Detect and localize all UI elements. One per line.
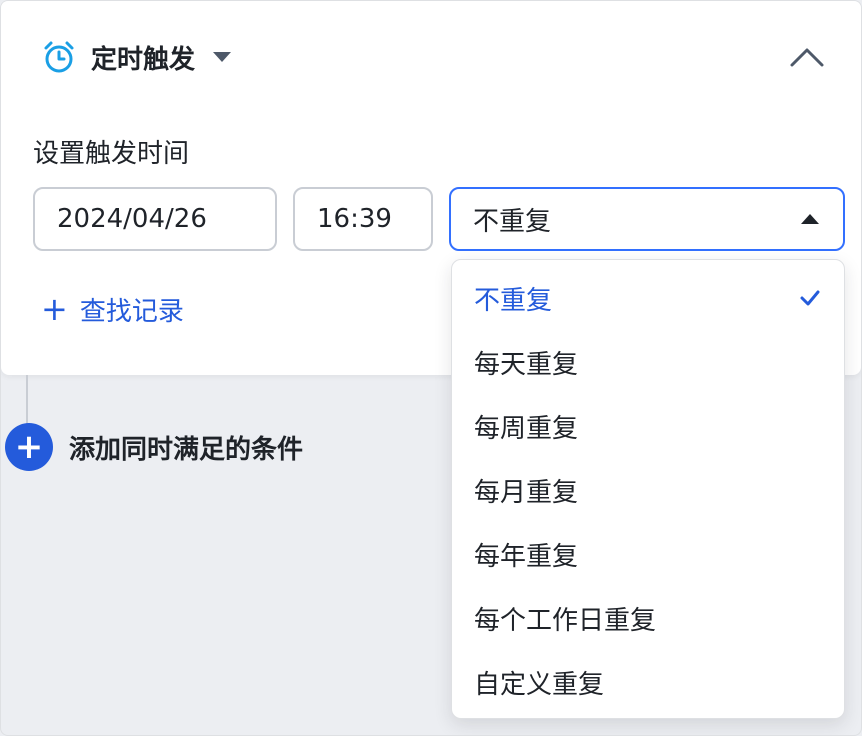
find-record-button[interactable]: + 查找记录 [41,289,184,329]
plus-icon: + [14,427,44,467]
repeat-option[interactable]: 每月重复 [452,458,844,522]
check-icon [800,290,820,306]
repeat-option[interactable]: 每年重复 [452,522,844,586]
repeat-option[interactable]: 每天重复 [452,330,844,394]
caret-up-icon [801,214,819,224]
caret-down-icon [213,52,232,62]
repeat-option-label: 每周重复 [474,413,579,444]
date-value: 2024/04/26 [57,204,207,234]
date-picker[interactable]: 2024/04/26 [33,187,277,251]
repeat-option-label: 不重复 [474,285,553,316]
repeat-option[interactable]: 每周重复 [452,394,844,458]
repeat-option-label: 每个工作日重复 [474,605,657,636]
trigger-type-selector[interactable]: 定时触发 [41,37,232,77]
repeat-option-label: 每年重复 [474,541,579,572]
repeat-option-label: 每月重复 [474,477,579,508]
repeat-options-menu: 不重复 每天重复 每周重复 每月重复 每年重复 每个工作日重复 自定义重复 [451,259,845,719]
flow-connector-line [26,375,28,427]
repeat-option[interactable]: 每个工作日重复 [452,586,844,650]
repeat-option-label: 自定义重复 [474,669,605,700]
trigger-title: 定时触发 [91,44,196,75]
repeat-option-label: 每天重复 [474,349,579,380]
time-value: 16:39 [317,204,392,234]
find-record-label: 查找记录 [79,296,184,327]
add-condition-button[interactable]: + [5,423,53,471]
repeat-option[interactable]: 不重复 [452,266,844,330]
plus-icon: + [41,290,68,328]
chevron-up-icon[interactable] [787,39,827,73]
add-condition-label[interactable]: 添加同时满足的条件 [69,429,303,466]
repeat-value: 不重复 [473,206,552,237]
trigger-time-label: 设置触发时间 [33,139,190,169]
time-picker[interactable]: 16:39 [293,187,433,251]
repeat-option[interactable]: 自定义重复 [452,650,844,714]
workflow-canvas: 定时触发 设置触发时间 2024/04/26 16:39 不重复 + 查找记录 … [0,0,862,736]
repeat-select[interactable]: 不重复 [449,187,845,251]
alarm-clock-icon [44,41,74,73]
